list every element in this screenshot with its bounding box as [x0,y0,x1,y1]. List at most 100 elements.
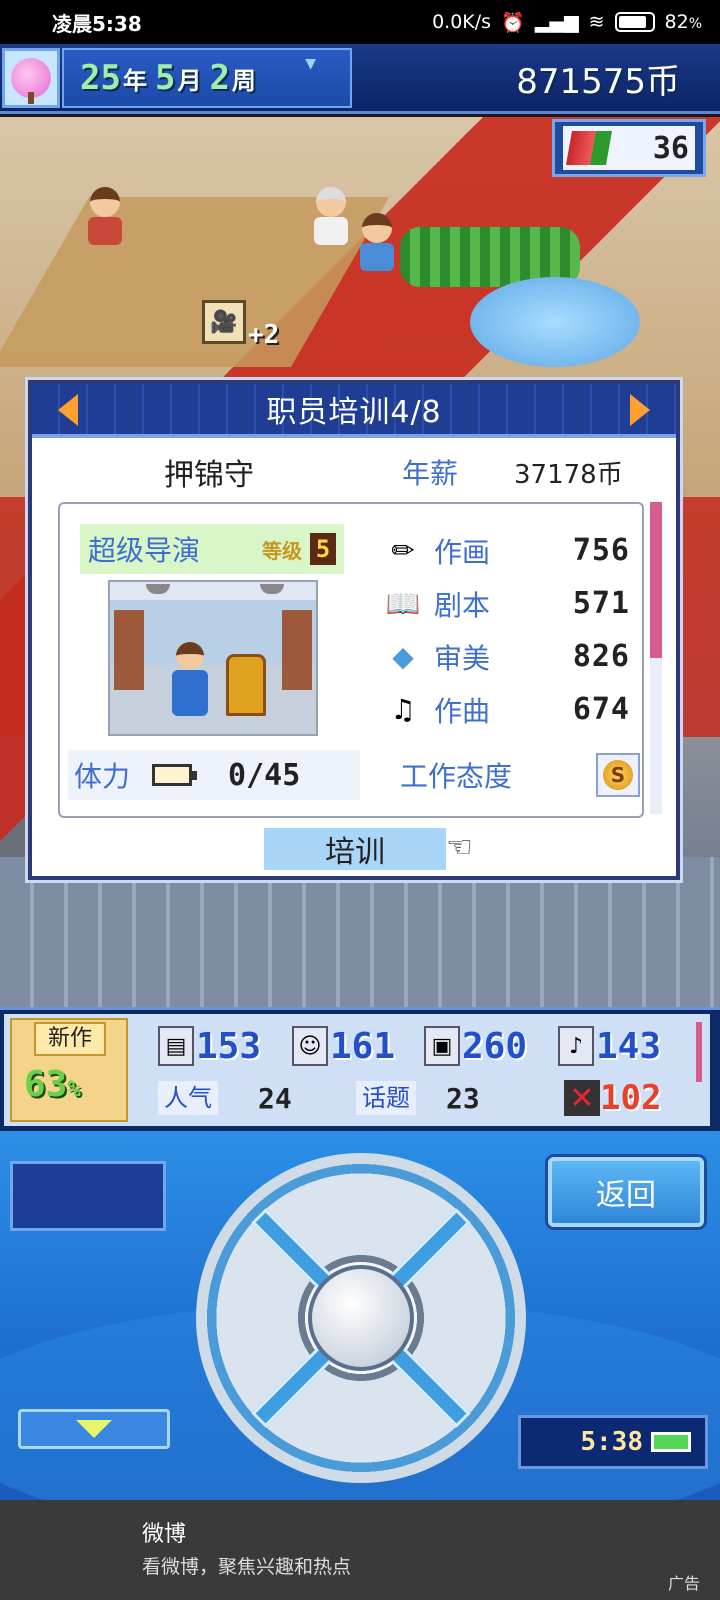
fan-icon: ◆ [392,640,414,673]
prev-staff-arrow-icon[interactable] [58,394,78,426]
staff-name: 押锦守 [164,458,254,493]
chevron-down-icon: ▼ [305,56,316,72]
popularity-label: 人气 [158,1081,218,1115]
staff-training-dialog: 职员培训4/8 押锦守 年薪 37178币 超级导演 等级 5 体力 0/45 [28,380,680,880]
project-stats-bar: 新作 63% ▤ 153 ☺ 161 ▣ 260 ♪ 143 人气 24 话题 … [0,1007,720,1131]
stat-row: ✏ 作画 756 [380,524,630,577]
guitar-icon: ♫ [390,693,416,726]
camera-icon: ▣ [424,1026,460,1066]
salary-label: 年薪 [402,457,459,490]
book-icon: 📖 [385,587,421,620]
ad-banner[interactable]: 微博 看微博，聚焦兴趣和热点 广告 [0,1500,720,1600]
books-icon [566,131,612,165]
game-controller: 返回 5:38 [0,1131,720,1541]
pointing-hand-icon: ☜ [446,830,473,865]
ad-tag: 广告 [667,1574,700,1593]
bugs-stat: ✕ 102 [564,1078,661,1118]
staff-sprite[interactable] [358,213,396,273]
attitude-row: 工作态度 S [400,750,640,800]
bugs-value: 102 [600,1078,662,1118]
stamina-battery-icon [152,764,198,786]
staff-portrait [108,580,318,736]
popularity-stat: 人气 24 [158,1078,292,1118]
script-icon: ▤ [158,1026,194,1066]
scenario-stat: ▤ 153 [158,1024,261,1068]
date-year: 25 [80,58,121,98]
stat-row: 📖 剧本 571 [380,577,630,630]
back-button[interactable]: 返回 [548,1157,704,1227]
train-button[interactable]: 培训 [264,828,446,870]
staff-header-row: 押锦守 年薪 37178币 [32,438,676,500]
game-clock: 5:38 [518,1415,708,1469]
cast-icon: ☺ [292,1026,328,1066]
date-month-unit: 月 [177,66,202,95]
staff-stats: ✏ 作画 756 📖 剧本 571 ◆ 审美 826 ♫ 作曲 674 [380,524,630,736]
fans-count: 36 [652,130,689,166]
project-scrollbar[interactable] [696,1022,702,1082]
stat-value: 826 [572,639,630,674]
triangle-down-icon [76,1420,112,1438]
menu-down-button[interactable] [18,1409,170,1449]
dial-center-button[interactable] [308,1265,414,1371]
cast-value: 161 [330,1025,396,1067]
game-top-bar: 25 年 5 月 2 周 ▼ 871575币 [0,44,720,114]
company-tree-icon[interactable] [2,48,60,108]
info-panel [10,1161,166,1231]
staff-detail-card: 超级导演 等级 5 体力 0/45 ✏ 作画 756 📖 剧本 571 ◆ 审美… [58,502,644,818]
battery-percent: 82% [664,11,703,33]
clock-time: 5:38 [580,1427,643,1457]
alarm-icon: ⏰ [501,11,525,34]
level-value: 5 [310,533,336,565]
pencil-icon: ✏ [391,534,415,567]
dialog-header: 职员培训4/8 [32,384,676,438]
stamina-value: 0/45 [228,757,301,793]
date-week: 2 [209,58,230,98]
attitude-rank: S [603,760,633,790]
attitude-badge: S [596,753,640,797]
system-status-bar: 凌晨5:38 0.0K/s ⏰ ▂▄▆ ≋ 82% [0,0,720,44]
staff-sprite[interactable] [86,187,124,247]
fans-counter[interactable]: 36 [552,119,706,177]
wifi-icon: ≋ [588,11,605,33]
signal-icon: ▂▄▆ [534,11,579,33]
level-label: 等级 [262,538,302,563]
direction-value: 260 [462,1025,528,1067]
gain-popup: +2 [248,320,280,350]
next-staff-arrow-icon[interactable] [630,394,650,426]
status-time: 凌晨5:38 [52,11,142,36]
control-dial[interactable] [196,1153,526,1483]
status-indicators: 0.0K/s ⏰ ▂▄▆ ≋ 82% [432,11,702,34]
card-scrollbar[interactable] [650,502,662,814]
stat-row: ♫ 作曲 674 [380,683,630,736]
cast-stat: ☺ 161 [292,1024,395,1068]
salary-value: 37178币 [514,460,623,490]
ad-title: 微博 [142,1522,187,1547]
dialog-title: 职员培训4/8 [266,395,442,430]
job-title: 超级导演 [88,534,201,567]
date-month: 5 [154,58,176,98]
new-work-progress: 63% [24,1064,81,1105]
stat-value: 756 [572,533,630,568]
topic-label: 话题 [356,1081,416,1115]
stamina-label: 体力 [74,760,131,793]
clock-battery-icon [651,1432,691,1452]
game-date[interactable]: 25 年 5 月 2 周 ▼ [62,48,352,108]
new-work-panel[interactable]: 新作 63% [10,1018,128,1122]
network-speed: 0.0K/s [432,11,492,33]
music-stat: ♪ 143 [558,1024,661,1068]
popularity-value: 24 [258,1081,292,1115]
stamina-row: 体力 0/45 [68,750,360,800]
staff-sprite[interactable] [312,187,350,247]
new-work-label: 新作 [34,1022,106,1056]
stat-label: 剧本 [434,588,491,622]
job-title-row: 超级导演 等级 5 [80,524,344,574]
stat-label: 作画 [434,535,491,569]
stat-value: 571 [572,586,630,621]
attitude-label: 工作态度 [400,760,513,793]
stat-value: 674 [572,692,630,727]
stat-label: 审美 [434,641,491,675]
date-week-unit: 周 [231,66,256,95]
music-value: 143 [596,1025,662,1067]
fountain-pool [470,277,640,367]
stat-label: 作曲 [434,694,491,728]
